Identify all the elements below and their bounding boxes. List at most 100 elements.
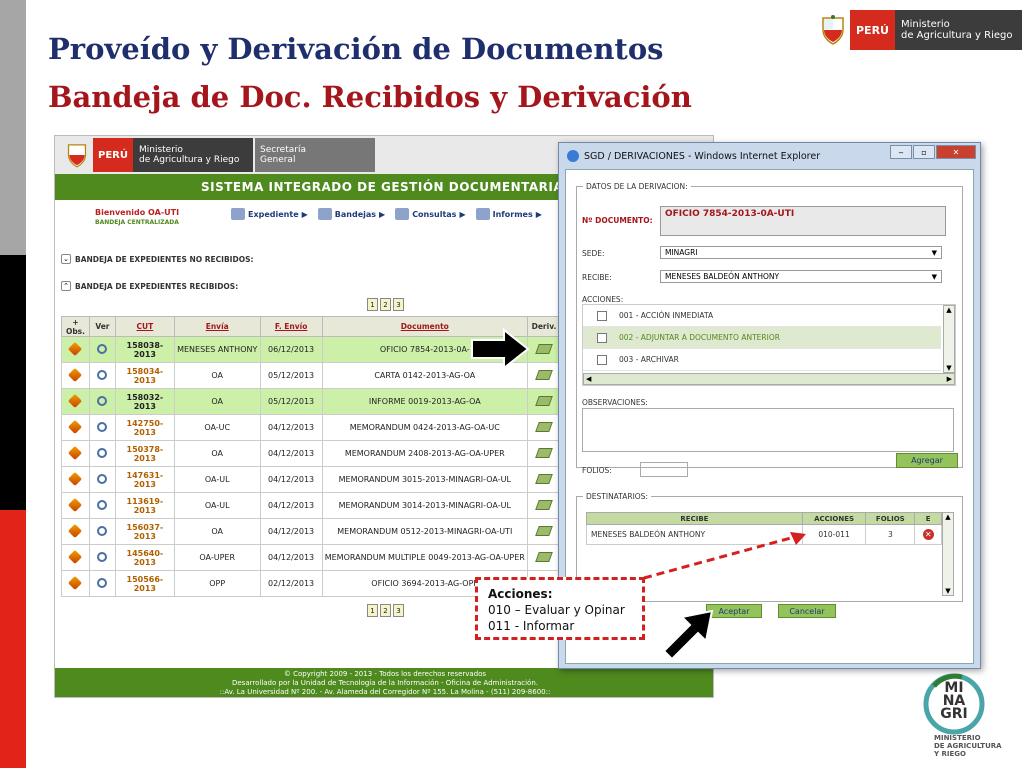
table-row[interactable]: 147631-2013 OA-UL 04/12/2013 MEMORANDUM 301… (61, 466, 562, 493)
magnifier-icon[interactable] (97, 577, 108, 588)
menu-informes[interactable]: Informes ▶ (475, 208, 542, 220)
menu-expediente[interactable]: Expediente ▶ (231, 208, 308, 220)
edit-icon[interactable] (68, 549, 83, 564)
derive-icon[interactable] (535, 369, 553, 380)
cut-cell[interactable]: 142750-2013 (114, 414, 175, 441)
agregar-button[interactable]: Agregar (896, 453, 958, 468)
edit-icon[interactable] (68, 393, 83, 408)
edit-icon[interactable] (68, 497, 83, 512)
acciones-hscroll[interactable]: ◀ ▶ (583, 373, 955, 385)
magnifier-icon[interactable] (97, 343, 108, 354)
derive-icon[interactable] (535, 551, 553, 562)
cut-cell[interactable]: 150566-2013 (114, 570, 175, 597)
edit-icon[interactable] (68, 523, 83, 538)
accion-item[interactable]: 001 - ACCIÓN INMEDIATA (583, 305, 941, 327)
obs-cell (61, 492, 90, 519)
edit-icon[interactable] (68, 445, 83, 460)
magnifier-icon[interactable] (97, 369, 108, 380)
sede-select[interactable]: MINAGRI ▼ (660, 246, 942, 259)
cut-cell[interactable]: 145640-2013 (114, 544, 175, 571)
col-envia[interactable]: Envía (173, 316, 261, 337)
menu-bandejas[interactable]: Bandejas ▶ (317, 208, 385, 220)
section-not-received[interactable]: ⌄ BANDEJA DE EXPEDIENTES NO RECIBIDOS: (61, 254, 253, 264)
page-1[interactable]: 1 (367, 298, 378, 311)
close-button[interactable]: ✕ (936, 145, 976, 159)
table-row[interactable]: 142750-2013 OA-UC 04/12/2013 MEMORANDUM 042… (61, 414, 562, 441)
destinatarios-vscroll[interactable]: ▲ ▼ (942, 512, 954, 596)
acciones-vscroll[interactable]: ▲ ▼ (943, 305, 955, 373)
minimize-button[interactable]: ‒ (890, 145, 912, 159)
ver-cell (88, 388, 116, 415)
fecha-cell: 06/12/2013 (259, 336, 323, 363)
derive-icon[interactable] (535, 395, 553, 406)
edit-icon[interactable] (68, 471, 83, 486)
checkbox[interactable] (597, 354, 607, 365)
cut-cell[interactable]: 150378-2013 (114, 440, 175, 467)
table-row[interactable]: 113619-2013 OA-UL 04/12/2013 MEMORANDUM 301… (61, 492, 562, 519)
edit-icon[interactable] (68, 419, 83, 434)
magnifier-icon[interactable] (97, 551, 108, 562)
fecha-cell: 04/12/2013 (259, 518, 323, 545)
obs-cell (61, 362, 90, 389)
edit-icon[interactable] (68, 575, 83, 590)
callout-title: Acciones: (488, 587, 553, 601)
cut-cell[interactable]: 158038-2013 (114, 336, 175, 363)
derive-icon[interactable] (535, 447, 553, 458)
derive-icon[interactable] (535, 421, 553, 432)
trays-icon (317, 208, 332, 220)
cut-cell[interactable]: 158032-2013 (114, 388, 175, 415)
table-row[interactable]: 158032-2013 OA 05/12/2013 INFORME 0019-2013… (61, 388, 562, 415)
cut-cell[interactable]: 158034-2013 (114, 362, 175, 389)
delete-icon[interactable]: ✕ (922, 529, 934, 540)
section-received-label: BANDEJA DE EXPEDIENTES RECIBIDOS: (75, 281, 239, 291)
table-row[interactable]: 150378-2013 OA 04/12/2013 MEMORANDUM 2408-2… (61, 440, 562, 467)
page-2[interactable]: 2 (380, 298, 391, 311)
accion-item[interactable]: 003 - ARCHIVAR (583, 349, 941, 371)
magnifier-icon[interactable] (97, 421, 108, 432)
maximize-button[interactable]: ▫ (913, 145, 935, 159)
cut-cell[interactable]: 113619-2013 (114, 492, 175, 519)
sede-value: MINAGRI (665, 248, 698, 257)
derive-icon[interactable] (535, 343, 553, 354)
table-row[interactable]: 156037-2013 OA 04/12/2013 MEMORANDUM 0512-2… (61, 518, 562, 545)
derive-icon[interactable] (535, 525, 553, 536)
ver-cell (88, 336, 116, 363)
page-3[interactable]: 3 (393, 298, 404, 311)
slide-subtitle: Bandeja de Doc. Recibidos y Derivación (48, 80, 692, 114)
section-received[interactable]: ⌃ BANDEJA DE EXPEDIENTES RECIBIDOS: (61, 281, 238, 291)
fecha-cell: 04/12/2013 (259, 492, 323, 519)
cut-cell[interactable]: 156037-2013 (114, 518, 175, 545)
accion-item[interactable]: 002 - ADJUNTAR A DOCUMENTO ANTERIOR (583, 327, 941, 349)
ver-cell (88, 414, 116, 441)
envia-cell: OA (173, 440, 261, 467)
magnifier-icon[interactable] (97, 447, 108, 458)
magnifier-icon[interactable] (97, 395, 108, 406)
fieldset-derivacion-legend: DATOS DE LA DERIVACION: (586, 182, 688, 191)
page-3[interactable]: 3 (393, 604, 404, 617)
menu-consultas[interactable]: Consultas ▶ (395, 208, 466, 220)
folios-field[interactable] (640, 462, 688, 477)
magnifier-icon[interactable] (97, 473, 108, 484)
cancelar-button[interactable]: Cancelar (778, 604, 836, 618)
chevron-up-icon[interactable]: ⌃ (61, 281, 71, 291)
edit-icon[interactable] (68, 341, 83, 356)
table-row[interactable]: 145640-2013 OA-UPER 04/12/2013 MEMORANDUM M… (61, 544, 562, 571)
cut-cell[interactable]: 147631-2013 (114, 466, 175, 493)
derive-icon[interactable] (535, 499, 553, 510)
checkbox[interactable] (597, 332, 607, 343)
checkbox[interactable] (597, 310, 607, 321)
derive-icon[interactable] (535, 473, 553, 484)
page-1[interactable]: 1 (367, 604, 378, 617)
recibe-select[interactable]: MENESES BALDEÓN ANTHONY ▼ (660, 270, 942, 283)
chevron-down-icon[interactable]: ⌄ (61, 254, 71, 264)
magnifier-icon[interactable] (97, 525, 108, 536)
edit-icon[interactable] (68, 367, 83, 382)
envia-cell: OA-UPER (173, 544, 261, 571)
col-fenvio[interactable]: F. Envío (259, 316, 323, 337)
page-2[interactable]: 2 (380, 604, 391, 617)
col-cut[interactable]: CUT (114, 316, 175, 337)
observaciones-field[interactable] (582, 408, 954, 452)
section-not-received-label: BANDEJA DE EXPEDIENTES NO RECIBIDOS: (75, 254, 254, 264)
magnifier-icon[interactable] (97, 499, 108, 510)
envia-cell: MENESES ANTHONY (173, 336, 261, 363)
